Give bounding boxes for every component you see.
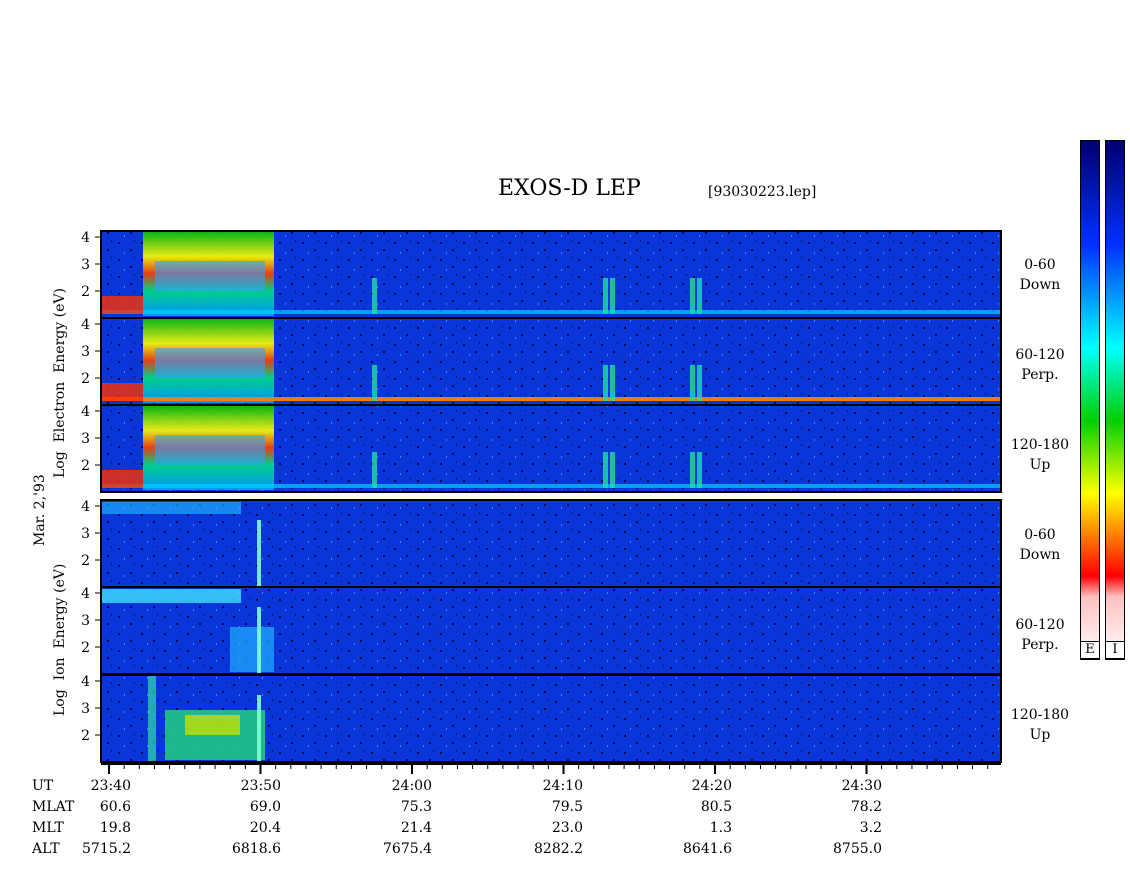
- y-tick-label: 3: [81, 344, 90, 360]
- pitch-label: 0-60: [1024, 527, 1056, 543]
- panel-label-i-up: 120-180 Up: [1000, 705, 1080, 745]
- panel-label-i-perp: 60-120 Perp.: [1000, 615, 1080, 655]
- y-tick-label: 2: [81, 284, 90, 300]
- row-name-mlt: MLT: [32, 820, 64, 836]
- ephemeris-alt-value: 8641.6: [683, 841, 732, 857]
- dir-label: Perp.: [1021, 367, 1059, 383]
- ephemeris-alt-value: 8282.2: [534, 841, 583, 857]
- panel-label-i-down: 0-60 Down: [1000, 525, 1080, 565]
- ephemeris-mlt-value: 3.2: [859, 820, 882, 836]
- pitch-label: 60-120: [1015, 617, 1065, 633]
- y-tick-label: 4: [81, 317, 90, 333]
- ephemeris-mlat-value: 69.0: [249, 799, 281, 815]
- ephemeris-mlt-value: 1.3: [709, 820, 732, 836]
- ephemeris-mlat-value: 60.6: [99, 799, 131, 815]
- panel-label-e-up: 120-180 Up: [1000, 435, 1080, 475]
- ephemeris-mlt-value: 20.4: [249, 820, 281, 836]
- ephemeris-mlat-value: 79.5: [551, 799, 583, 815]
- y-tick-label: 4: [81, 674, 90, 690]
- pitch-label: 120-180: [1010, 707, 1070, 723]
- y-tick-label: 3: [81, 613, 90, 629]
- y-tick-label: 3: [81, 701, 90, 717]
- y-tick-label: 3: [81, 257, 90, 273]
- dir-label: Down: [1019, 277, 1061, 293]
- row-name-alt: ALT: [32, 841, 60, 857]
- panel-i-0-60: [100, 499, 1002, 588]
- ephemeris-alt-value: 8755.0: [833, 841, 882, 857]
- ephemeris-ut-value: 24:10: [542, 778, 583, 794]
- ephemeris-mlat-value: 75.3: [400, 799, 432, 815]
- row-name-ut: UT: [32, 778, 54, 794]
- dir-label: Up: [1029, 727, 1051, 743]
- ephemeris-ut-value: 23:40: [90, 778, 131, 794]
- panel-i-60-120: [100, 586, 1002, 675]
- y-tick-label: 3: [81, 526, 90, 542]
- ephemeris-alt-value: 6818.6: [232, 841, 281, 857]
- spectrogram-plot: 4 3 2 4 3 2 4 3 2 4 3 2 4 3 2 4 3 2: [81, 230, 1002, 774]
- colorbar-ion: [1105, 140, 1125, 660]
- colorbar-label-e: E: [1080, 641, 1100, 659]
- ephemeris-mlat-value: 80.5: [700, 799, 732, 815]
- colorbar-label-i: I: [1105, 641, 1125, 659]
- pitch-label: 0-60: [1024, 257, 1056, 273]
- spectrogram-page: EXOS-D LEP [93030223.lep] Mar. 2,'93 Log…: [0, 0, 1130, 875]
- panel-label-e-perp: 60-120 Perp.: [1000, 345, 1080, 385]
- panel-e-0-60: [100, 230, 1002, 319]
- ephemeris-mlat-value: 78.2: [850, 799, 882, 815]
- colorbar-electron-gradient: [1081, 141, 1099, 659]
- ephemeris-ut-value: 24:00: [391, 778, 432, 794]
- ephemeris-ut-value: 24:20: [691, 778, 732, 794]
- dir-label: Up: [1029, 457, 1051, 473]
- panel-e-60-120: [100, 317, 1002, 406]
- pitch-label: 120-180: [1010, 437, 1070, 453]
- y-tick-label: 4: [81, 586, 90, 602]
- panel-i-120-180: [100, 674, 1002, 763]
- panel-e-120-180: [100, 404, 1002, 493]
- y-tick-label: 2: [81, 371, 90, 387]
- ephemeris-ut-value: 24:30: [841, 778, 882, 794]
- pitch-label: 60-120: [1015, 347, 1065, 363]
- y-tick-label: 2: [81, 458, 90, 474]
- panel-label-e-down: 0-60 Down: [1000, 255, 1080, 295]
- dir-label: Perp.: [1021, 637, 1059, 653]
- ephemeris-mlt-value: 19.8: [99, 820, 131, 836]
- colorbar-electron: [1080, 140, 1100, 660]
- ephemeris-alt-value: 5715.2: [82, 841, 131, 857]
- dir-label: Down: [1019, 547, 1061, 563]
- ephemeris-mlt-value: 21.4: [400, 820, 432, 836]
- ephemeris-alt-value: 7675.4: [383, 841, 432, 857]
- y-tick-label: 4: [81, 499, 90, 515]
- y-tick-label: 2: [81, 553, 90, 569]
- y-tick-label: 2: [81, 640, 90, 656]
- y-tick-label: 2: [81, 728, 90, 744]
- y-tick-label: 4: [81, 404, 90, 420]
- y-tick-label: 4: [81, 230, 90, 246]
- colorbar-ion-gradient: [1106, 141, 1124, 659]
- ephemeris-mlt-value: 23.0: [551, 820, 583, 836]
- y-tick-label: 3: [81, 431, 90, 447]
- ephemeris-ut-value: 23:50: [240, 778, 281, 794]
